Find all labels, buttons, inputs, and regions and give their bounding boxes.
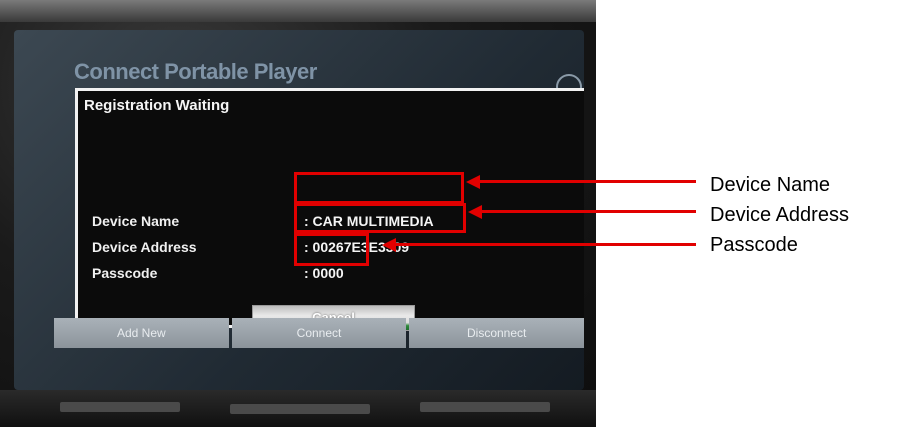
bottom-tab-bar: Add New Connect Disconnect	[54, 318, 584, 348]
device-name-highlight-box	[294, 172, 464, 204]
dialog-title: Registration Waiting	[84, 97, 230, 114]
passcode-label: Passcode	[92, 265, 158, 281]
bezel-slot	[420, 402, 550, 412]
bezel-top	[0, 0, 596, 22]
bezel-slot	[60, 402, 180, 412]
disconnect-button[interactable]: Disconnect	[409, 318, 584, 348]
device-address-highlight-box	[294, 203, 466, 233]
device-address-label: Device Address	[92, 239, 197, 255]
passcode-arrow-line	[394, 243, 696, 246]
bezel-slot	[230, 404, 370, 414]
device-address-callout: Device Address	[710, 204, 849, 226]
device-name-label: Device Name	[92, 213, 180, 229]
device-name-arrow-line	[478, 180, 696, 183]
background-screen-title: Connect Portable Player	[74, 59, 317, 84]
add-new-button[interactable]: Add New	[54, 318, 229, 348]
connect-button[interactable]: Connect	[231, 318, 407, 348]
bezel-bottom	[0, 390, 596, 427]
passcode-highlight-box	[294, 233, 369, 266]
passcode-value: : 0000	[304, 265, 344, 281]
device-address-arrow-line	[480, 210, 696, 213]
device-name-callout: Device Name	[710, 174, 831, 196]
passcode-callout: Passcode	[710, 234, 798, 256]
